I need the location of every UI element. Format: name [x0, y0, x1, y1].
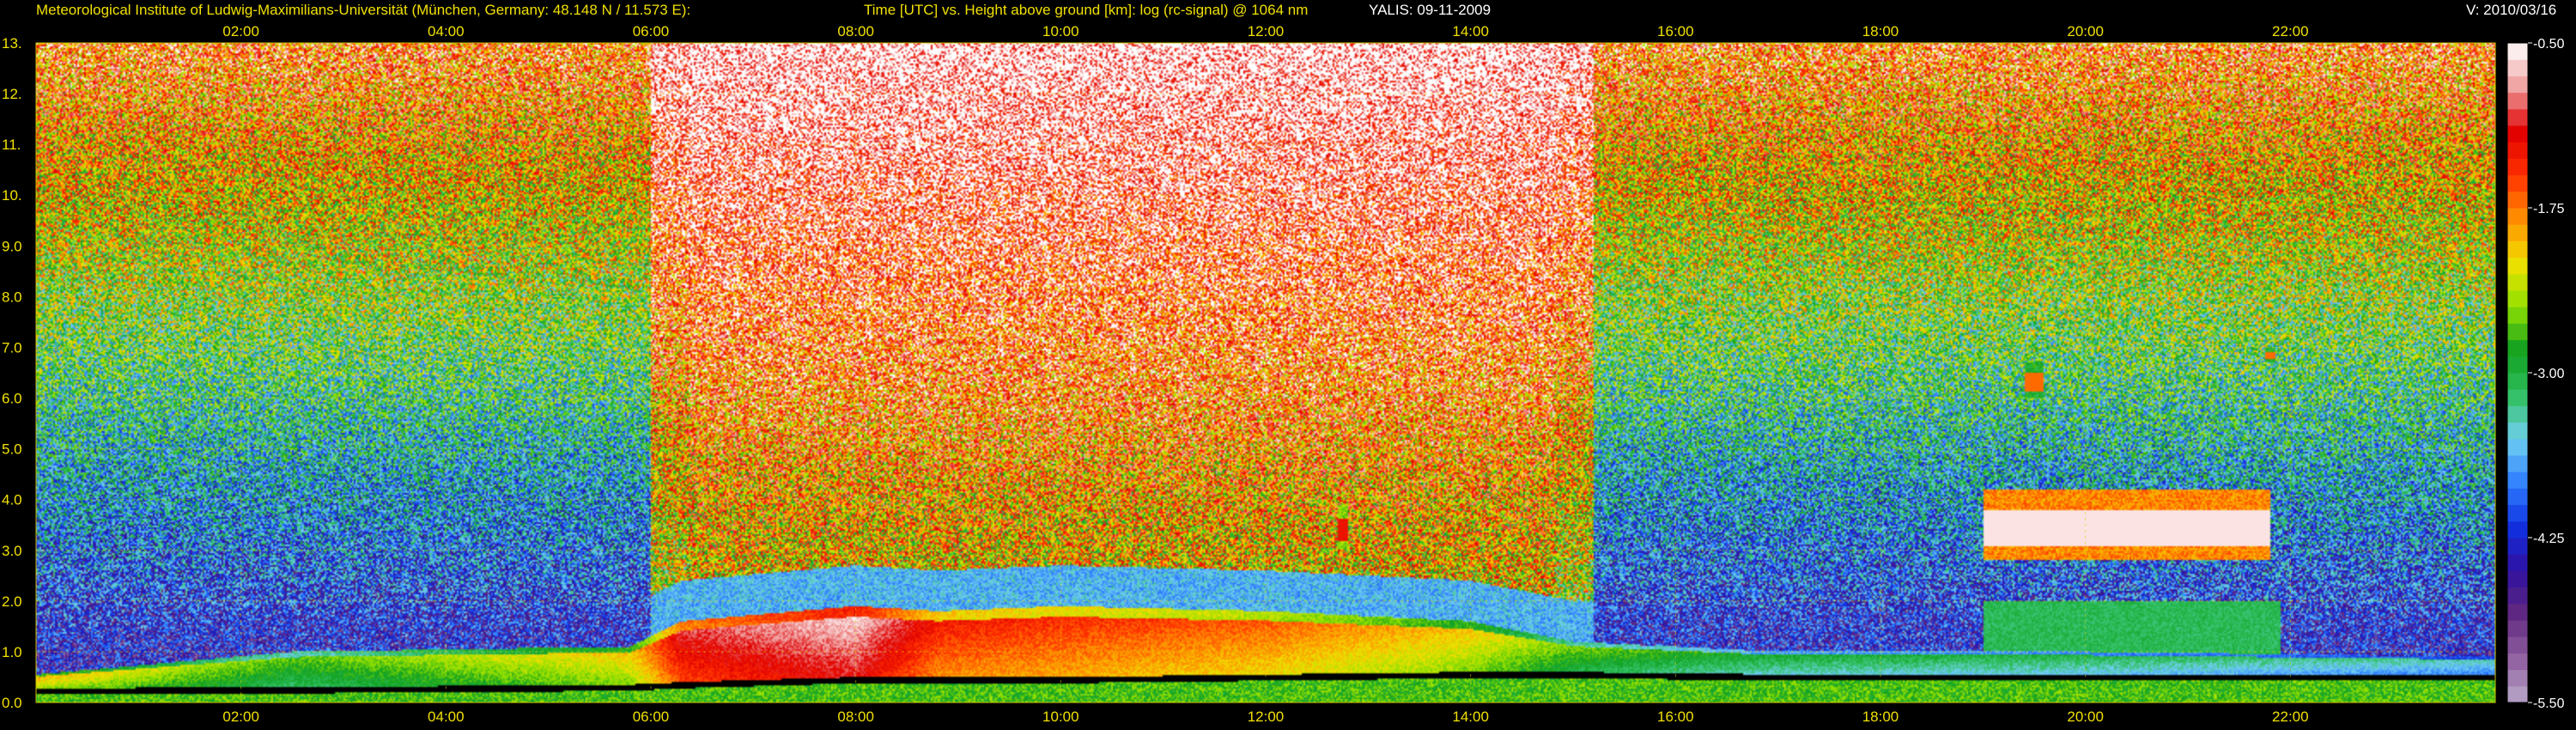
lidar-quicklook: Meteorological Institute of Ludwig-Maxim… [0, 0, 2576, 730]
y-tick-label: 3.0 [2, 543, 22, 559]
y-tick-label: 7.0 [2, 339, 22, 356]
colorbar-swatch [2507, 636, 2528, 654]
colorbar-swatch [2507, 59, 2528, 76]
colorbar-swatch [2507, 76, 2528, 94]
x-tick-label: 18:00 [1862, 709, 1899, 725]
colorbar-swatch [2507, 669, 2528, 687]
colorbar-swatch [2507, 108, 2528, 126]
colorbar-swatch [2507, 290, 2528, 307]
colorbar-swatch [2507, 224, 2528, 241]
y-tick-label: 13. [2, 35, 22, 52]
colorbar-swatch [2507, 554, 2528, 571]
colorbar-swatch [2507, 389, 2528, 406]
colorbar-swatch [2507, 339, 2528, 357]
y-tick-label: 12. [2, 86, 22, 102]
colorbar-swatch [2507, 307, 2528, 324]
colorbar-tick-label: -3.00 [2533, 367, 2565, 381]
y-tick-label: 10. [2, 187, 22, 204]
colorbar-swatch [2507, 158, 2528, 176]
x-tick-label: 08:00 [837, 709, 874, 725]
x-tick-label: 08:00 [837, 23, 874, 40]
colorbar-swatch [2507, 488, 2528, 506]
colorbar-tick-label: -5.50 [2533, 697, 2565, 711]
colorbar-tick-label: -1.75 [2533, 202, 2565, 216]
y-tick-label: 9.0 [2, 238, 22, 254]
x-tick-label: 14:00 [1452, 709, 1489, 725]
colorbar-swatch [2507, 504, 2528, 522]
x-tick-label: 12:00 [1248, 23, 1285, 40]
y-tick-label: 8.0 [2, 289, 22, 305]
x-tick-label: 12:00 [1248, 709, 1285, 725]
y-tick-label: 2.0 [2, 593, 22, 610]
colorbar-swatch [2507, 273, 2528, 291]
x-tick-label: 16:00 [1657, 23, 1694, 40]
x-tick-label: 02:00 [222, 23, 259, 40]
colorbar-swatch [2507, 455, 2528, 472]
x-tick-label: 06:00 [633, 709, 670, 725]
y-tick-label: 5.0 [2, 441, 22, 458]
colorbar-swatch [2507, 208, 2528, 225]
x-tick-label: 22:00 [2272, 709, 2309, 725]
colorbar-swatch [2507, 405, 2528, 423]
x-tick-label: 18:00 [1862, 23, 1899, 40]
x-tick-label: 22:00 [2272, 23, 2309, 40]
colorbar-tick-label: -4.25 [2533, 532, 2565, 546]
x-tick-label: 10:00 [1042, 23, 1079, 40]
y-tick-label: 11. [2, 137, 21, 153]
colorbar-swatch [2507, 538, 2528, 555]
colorbar-swatch [2507, 142, 2528, 159]
colorbar-swatch [2507, 587, 2528, 605]
x-tick-label: 10:00 [1042, 709, 1079, 725]
colorbar-swatch [2507, 685, 2528, 703]
colorbar-swatch [2507, 520, 2528, 538]
y-tick-labels: 0.0 1.0 2.0 3.0 4.0 5.0 6.0 7.0 8.0 9.0 10. 11. 12. 1… [2, 35, 22, 711]
x-tick-label: 04:00 [428, 23, 465, 40]
colorbar-swatch [2507, 43, 2528, 60]
colorbar-swatch [2507, 422, 2528, 440]
x-tick-label: 20:00 [2067, 23, 2104, 40]
colorbar-swatch [2507, 471, 2528, 489]
x-tick-label: 06:00 [633, 23, 670, 40]
colorbar-swatch [2507, 92, 2528, 110]
colorbar-swatch [2507, 257, 2528, 275]
colorbar-swatch [2507, 438, 2528, 456]
y-tick-label: 4.0 [2, 492, 22, 508]
y-tick-label: 0.0 [2, 695, 22, 711]
x-tick-label: 14:00 [1452, 23, 1489, 40]
y-tick-label: 6.0 [2, 391, 22, 407]
colorbar-swatch [2507, 356, 2528, 374]
x-tick-label: 02:00 [222, 709, 259, 725]
y-tick-label: 1.0 [2, 644, 22, 660]
x-tick-label: 04:00 [428, 709, 465, 725]
colorbar-swatch [2507, 191, 2528, 209]
colorbar-swatch [2507, 373, 2528, 390]
colorbar-swatch [2507, 323, 2528, 341]
colorbar-swatch [2507, 174, 2528, 192]
colorbar-swatch [2507, 653, 2528, 671]
colorbar-swatch [2507, 570, 2528, 588]
x-tick-label: 20:00 [2067, 709, 2104, 725]
colorbar-tick-label: -0.50 [2533, 37, 2565, 52]
colorbar: -0.50 -1.75 -3.00 -4.25 -5.50 [2506, 37, 2565, 711]
colorbar-swatch [2507, 603, 2528, 621]
colorbar-swatch [2507, 240, 2528, 259]
x-tick-label: 16:00 [1657, 709, 1694, 725]
lidar-heatmap-chart: 02:00 02:00 04:00 04:00 06:00 06:00 08:00 08:00… [2, 23, 2565, 725]
colorbar-swatch [2507, 125, 2528, 143]
colorbar-swatch [2507, 620, 2528, 637]
